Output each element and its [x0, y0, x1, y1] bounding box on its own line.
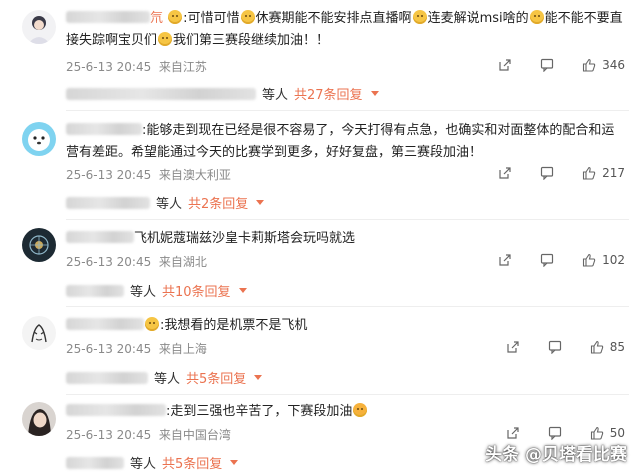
avatar[interactable] — [22, 10, 56, 44]
comment-text: :能够走到现在已经是很不容易了，今天打得有点急，也确实和对面整体的配合和运营有差… — [66, 123, 615, 160]
comment-text: 飞机妮蔻瑞兹沙皇卡莉斯塔会玩吗就选 — [66, 228, 626, 250]
comment-icon[interactable] — [540, 166, 554, 180]
view-replies-link[interactable]: 共5条回复 — [186, 368, 246, 387]
like-count: 50 — [609, 426, 625, 440]
comment-meta: 25-6-13 20:45 来自江苏 — [66, 58, 207, 75]
comment-text: :走到三强也辛苦了，下赛段加油 — [66, 401, 626, 423]
comment-location: 来自湖北 — [158, 255, 207, 269]
username-blurred[interactable] — [66, 318, 144, 330]
avatar[interactable] — [22, 122, 56, 156]
comment-meta: 25-6-13 20:45 来自上海 — [66, 340, 207, 357]
comment-location: 来自澳大利亚 — [158, 168, 231, 182]
comment-location: 来自江苏 — [158, 60, 207, 74]
view-replies-link[interactable]: 共10条回复 — [162, 281, 231, 300]
share-icon[interactable] — [498, 253, 512, 267]
divider — [66, 394, 629, 395]
view-replies-link[interactable]: 共27条回复 — [294, 84, 363, 103]
reply-users-blurred — [66, 196, 150, 209]
comment-actions: 102 — [470, 253, 625, 267]
chevron-down-icon[interactable] — [254, 375, 263, 380]
like-icon[interactable] — [582, 58, 596, 72]
emoji-icon — [168, 10, 183, 24]
reply-summary: 等人 共10条回复 — [66, 281, 247, 300]
comment-icon[interactable] — [548, 426, 562, 440]
comment-actions: 50 — [478, 426, 625, 440]
comment-time: 25-6-13 20:45 — [66, 60, 152, 74]
reply-summary: 等人 共5条回复 — [66, 453, 239, 472]
username-blurred[interactable] — [66, 11, 150, 23]
like-icon[interactable] — [582, 253, 596, 267]
like-icon[interactable] — [590, 340, 604, 354]
comment-time: 25-6-13 20:45 — [66, 428, 152, 442]
emoji-icon — [145, 317, 159, 331]
comment-icon[interactable] — [548, 340, 562, 354]
heart-eyes-emoji-icon — [353, 403, 368, 417]
reply-users-blurred — [66, 456, 124, 469]
username-blurred[interactable] — [66, 404, 166, 416]
divider — [66, 219, 629, 220]
avatar[interactable] — [22, 316, 56, 350]
avatar[interactable] — [22, 228, 56, 262]
chevron-down-icon[interactable] — [256, 200, 265, 205]
view-replies-link[interactable]: 共2条回复 — [188, 193, 248, 212]
divider — [66, 306, 629, 307]
comment-time: 25-6-13 20:45 — [66, 342, 152, 356]
like-icon[interactable] — [582, 166, 596, 180]
comment-meta: 25-6-13 20:45 来自澳大利亚 — [66, 166, 231, 183]
like-count: 346 — [602, 58, 625, 72]
share-icon[interactable] — [506, 340, 520, 354]
comment-time: 25-6-13 20:45 — [66, 255, 152, 269]
chevron-down-icon[interactable] — [370, 91, 379, 96]
comment-actions: 217 — [470, 166, 625, 180]
chevron-down-icon[interactable] — [230, 460, 239, 465]
comment-icon[interactable] — [540, 58, 554, 72]
reply-summary: 等人 共5条回复 — [66, 368, 263, 387]
share-icon[interactable] — [498, 58, 512, 72]
watermark: 头条 @贝塔看比赛 — [485, 445, 627, 465]
comment-location: 来自上海 — [158, 342, 207, 356]
emoji-icon — [412, 10, 427, 24]
emoji-icon — [529, 10, 544, 24]
comment-time: 25-6-13 20:45 — [66, 168, 152, 182]
reply-users-blurred — [66, 284, 124, 297]
comment-actions: 85 — [478, 340, 625, 354]
comment-actions: 346 — [470, 58, 625, 72]
username-tail[interactable]: 氘 — [150, 11, 163, 26]
comment-location: 来自中国台湾 — [158, 428, 231, 442]
comment-text: 氘 :可惜可惜 休赛期能不能安排点直播啊 连麦解说msi啥的 能不能不要直接失踪啊宝贝… — [66, 10, 623, 48]
like-count: 85 — [609, 340, 625, 354]
share-icon[interactable] — [498, 166, 512, 180]
comment-icon[interactable] — [540, 253, 554, 267]
chevron-down-icon[interactable] — [238, 288, 247, 293]
comment-meta: 25-6-13 20:45 来自中国台湾 — [66, 426, 231, 443]
reply-users-blurred — [66, 371, 148, 384]
avatar[interactable] — [22, 402, 56, 436]
view-replies-link[interactable]: 共5条回复 — [162, 453, 222, 472]
emoji-icon — [240, 10, 255, 24]
like-count: 102 — [602, 253, 625, 267]
comment-meta: 25-6-13 20:45 来自湖北 — [66, 253, 207, 270]
username-blurred[interactable] — [66, 123, 142, 135]
share-icon[interactable] — [506, 426, 520, 440]
like-icon[interactable] — [590, 426, 604, 440]
username-blurred[interactable] — [66, 231, 134, 243]
divider — [66, 110, 629, 111]
like-count: 217 — [602, 166, 625, 180]
reply-summary: 等人 共2条回复 — [66, 193, 265, 212]
comment-text: :我想看的是机票不是飞机 — [66, 315, 626, 337]
reply-users-blurred — [66, 87, 256, 100]
emoji-icon — [158, 32, 173, 46]
reply-summary: 等人 共27条回复 — [66, 84, 379, 103]
